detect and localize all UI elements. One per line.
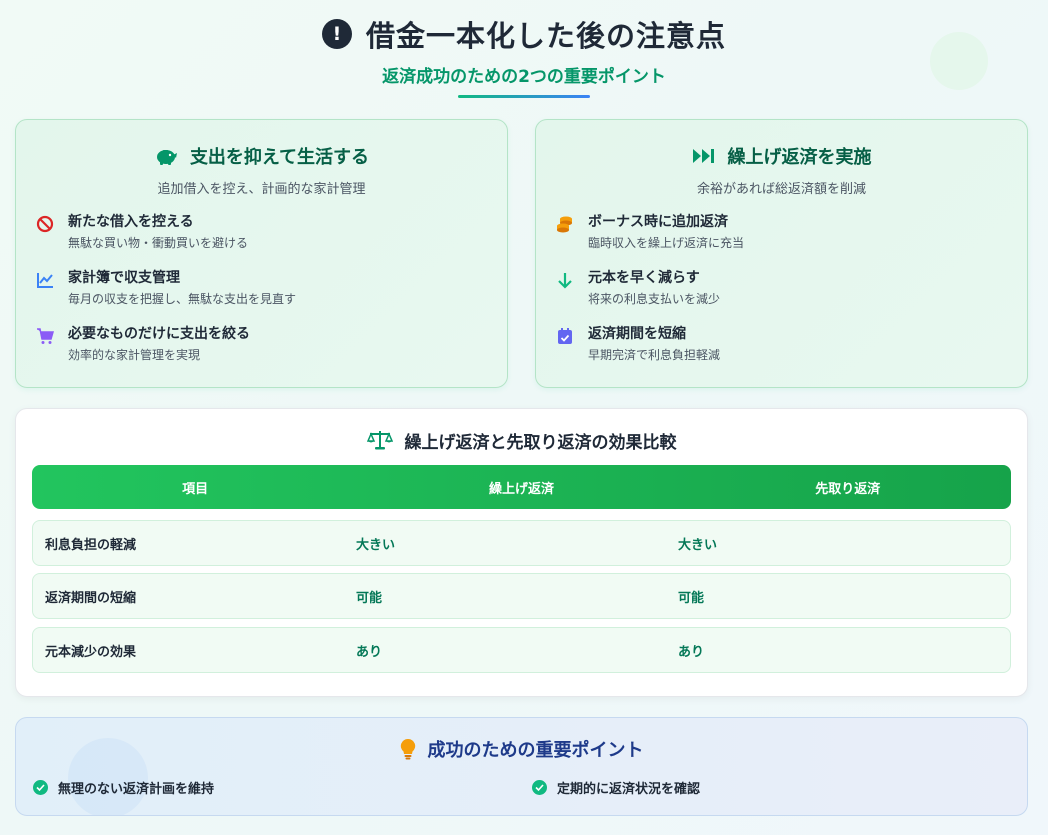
item-desc: 早期完済で利息負担軽減: [588, 348, 721, 362]
card-title: 繰上げ返済を実施: [727, 147, 872, 168]
item-title: 必要なものだけに支出を絞る: [68, 326, 250, 342]
list-item: 返済期間を短縮 早期完済で利息負担軽減: [556, 325, 1027, 381]
item-title: 家計簿で収支管理: [68, 270, 180, 286]
card-title: 支出を抑えて生活する: [189, 147, 370, 168]
card-prepayment: 繰上げ返済を実施 余裕があれば総返済額を削減 ボーナス時に追加返済 臨時収入を繰…: [535, 119, 1028, 388]
row-label: 返済期間の短縮: [45, 590, 137, 606]
scale-icon: [366, 431, 393, 450]
lightbulb-icon: [400, 738, 415, 760]
page-title: 借金一本化した後の注意点: [365, 19, 726, 53]
table-header: 項目 繰上げ返済 先取り返済: [32, 465, 1011, 509]
list-item: ボーナス時に追加返済 臨時収入を繰上げ返済に充当: [556, 213, 1027, 269]
item-desc: 効率的な家計管理を実現: [68, 348, 201, 362]
page-header: ! 借金一本化した後の注意点 返済成功のための2つの重要ポイント: [0, 14, 1048, 98]
card-subtitle: 余裕があれば総返済額を削減: [696, 182, 866, 197]
chart-line-icon: [37, 273, 53, 288]
list-item: 新たな借入を控える 無駄な買い物・衝動買いを避ける: [36, 213, 507, 269]
header-cell: 先取り返済: [815, 481, 881, 497]
item-desc: 無駄な買い物・衝動買いを避ける: [68, 236, 249, 250]
cell-prepayment: あり: [356, 644, 383, 660]
page-subtitle: 返済成功のための2つの重要ポイント: [382, 67, 666, 87]
item-title: 元本を早く減らす: [588, 270, 700, 286]
cell-advance-payment: 可能: [678, 590, 705, 606]
header-cell: 項目: [182, 481, 209, 497]
key-point-text: 定期的に返済状況を確認: [557, 782, 701, 797]
calendar-check-icon: [558, 328, 572, 344]
comparison-title: 繰上げ返済と先取り返済の効果比較: [404, 432, 677, 453]
ban-icon: [36, 215, 54, 233]
cell-prepayment: 大きい: [356, 537, 396, 553]
list-item: 家計簿で収支管理 毎月の収支を把握し、無駄な支出を見直す: [36, 269, 507, 325]
exclamation-icon: !: [321, 19, 352, 49]
check-circle-icon: [532, 780, 547, 795]
check-circle-icon: [33, 780, 48, 795]
card-subtitle: 追加借入を控え、計画的な家計管理: [157, 182, 366, 197]
coins-icon: [557, 216, 572, 233]
key-point-text: 無理のない返済計画を維持: [58, 782, 215, 797]
comparison-section: 繰上げ返済と先取り返済の効果比較 項目 繰上げ返済 先取り返済 利息負担の軽減 …: [15, 408, 1028, 697]
row-label: 元本減少の効果: [45, 644, 137, 660]
item-desc: 臨時収入を繰上げ返済に充当: [588, 236, 745, 250]
key-point-item: 無理のない返済計画を維持: [33, 778, 214, 797]
card-reduce-spending: 支出を抑えて生活する 追加借入を控え、計画的な家計管理 新たな借入を控える 無駄…: [15, 119, 508, 388]
item-title: 返済期間を短縮: [588, 326, 686, 342]
key-points-section: 成功のための重要ポイント 無理のない返済計画を維持 定期的に返済状況を確認: [15, 717, 1028, 816]
cart-icon: [37, 328, 54, 344]
cell-advance-payment: あり: [678, 644, 705, 660]
row-label: 利息負担の軽減: [45, 537, 137, 553]
list-item: 元本を早く減らす 将来の利息支払いを減少: [556, 269, 1027, 325]
item-desc: 毎月の収支を把握し、無駄な支出を見直す: [68, 292, 297, 306]
list-item: 必要なものだけに支出を絞る 効率的な家計管理を実現: [36, 325, 507, 381]
key-point-item: 定期的に返済状況を確認: [532, 778, 700, 797]
arrow-down-icon: [558, 273, 572, 289]
title-underline: [458, 95, 590, 98]
item-desc: 将来の利息支払いを減少: [588, 292, 721, 306]
item-title: ボーナス時に追加返済: [588, 214, 728, 230]
piggy-bank-icon: [156, 150, 177, 165]
table-row: 利息負担の軽減 大きい 大きい: [32, 520, 1011, 566]
header-cell: 繰上げ返済: [488, 481, 554, 497]
table-row: 元本減少の効果 あり あり: [32, 627, 1011, 673]
key-points-title: 成功のための重要ポイント: [427, 740, 644, 761]
cell-prepayment: 可能: [356, 590, 383, 606]
table-row: 返済期間の短縮 可能 可能: [32, 573, 1011, 619]
cell-advance-payment: 大きい: [678, 537, 718, 553]
item-title: 新たな借入を控える: [68, 214, 194, 230]
fast-forward-icon: [692, 149, 714, 163]
